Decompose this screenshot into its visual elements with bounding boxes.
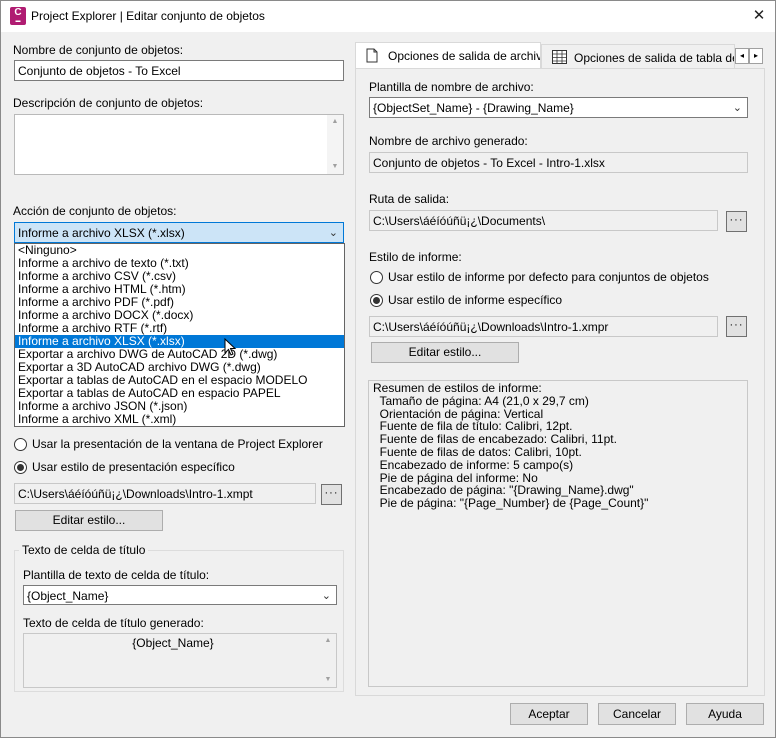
scroll-down-icon: ▼ (324, 676, 332, 683)
specific-layout-radio[interactable] (14, 461, 27, 474)
tab-file-output[interactable]: Opciones de salida de archivo (355, 42, 541, 70)
object-set-name-input[interactable]: Conjunto de objetos - To Excel (14, 60, 344, 81)
summary-line: Fuente de filas de datos: Calibri, 10pt. (373, 444, 582, 459)
title-template-value: {Object_Name} (27, 589, 109, 603)
tab-scroll-right-icon[interactable]: ▸ (749, 48, 763, 64)
tab-table-output-label: Opciones de salida de tabla de A (574, 51, 735, 65)
report-style-summary: Resumen de estilos de informe: Tamaño de… (368, 380, 748, 687)
window-layout-radio[interactable] (14, 438, 27, 451)
file-template-label: Plantilla de nombre de archivo: (369, 80, 534, 94)
title-generated-field: {Object_Name} ▲ ▼ (23, 633, 337, 688)
browse-style-button[interactable]: ··· (726, 316, 747, 337)
generated-filename-field: Conjunto de objetos - To Excel - Intro-1… (369, 152, 748, 173)
title-generated-label: Texto de celda de título generado: (23, 616, 204, 630)
document-icon (366, 48, 378, 63)
title-cell-group-label: Texto de celda de título (19, 543, 149, 557)
style-path-field: C:\Users\áéíóúñü¡¿\Downloads\Intro-1.xmp… (369, 316, 718, 337)
title-template-label: Plantilla de texto de celda de título: (23, 568, 210, 582)
help-button[interactable]: Ayuda (686, 703, 764, 725)
output-path-label: Ruta de salida: (369, 192, 450, 206)
accept-button[interactable]: Aceptar (510, 703, 588, 725)
tab-file-output-label: Opciones de salida de archivo (388, 49, 541, 63)
object-set-action-value: Informe a archivo XLSX (*.xlsx) (18, 226, 185, 240)
table-icon (552, 50, 567, 64)
specific-style-radio[interactable] (370, 294, 383, 307)
file-template-value: {ObjectSet_Name} - {Drawing_Name} (373, 101, 574, 115)
default-style-radio[interactable] (370, 271, 383, 284)
summary-line: Tamaño de página: A4 (21,0 x 29,7 cm) (373, 393, 589, 408)
mouse-cursor-icon (224, 338, 237, 356)
browse-output-button[interactable]: ··· (726, 211, 747, 232)
chevron-down-icon[interactable]: ⌄ (733, 101, 742, 114)
title-generated-scrollbar: ▲ ▼ (320, 634, 336, 687)
tab-table-output[interactable]: Opciones de salida de tabla de A (541, 44, 735, 69)
dialog-window: C ▬ Project Explorer | Editar conjunto de… (0, 0, 776, 738)
scroll-up-icon: ▲ (324, 637, 332, 644)
close-icon[interactable]: ✕ (745, 5, 773, 27)
tab-scroll-left-icon[interactable]: ◂ (735, 48, 749, 64)
description-scrollbar[interactable]: ▲ ▼ (327, 115, 343, 174)
edit-layout-style-button[interactable]: Editar estilo... (15, 510, 163, 531)
window-title: Project Explorer | Editar conjunto de ob… (31, 9, 265, 23)
chevron-down-icon[interactable]: ⌄ (329, 226, 338, 239)
cancel-button[interactable]: Cancelar (598, 703, 676, 725)
object-set-action-label: Acción de conjunto de objetos: (13, 204, 177, 218)
object-set-action-select[interactable]: Informe a archivo XLSX (*.xlsx) ⌄ (14, 222, 344, 243)
default-style-radio-label: Usar estilo de informe por defecto para … (388, 270, 709, 284)
title-generated-value: {Object_Name} (132, 636, 214, 650)
action-option[interactable]: Informe a archivo XML (*.xml) (15, 413, 344, 426)
title-template-select[interactable]: {Object_Name} ⌄ (23, 585, 337, 605)
report-style-label: Estilo de informe: (369, 250, 462, 264)
object-set-name-label: Nombre de conjunto de objetos: (13, 43, 184, 57)
tab-bar: Opciones de salida de archivo Opciones d… (355, 42, 765, 70)
scroll-down-icon[interactable]: ▼ (327, 160, 343, 174)
summary-line: Encabezado de informe: 5 campo(s) (373, 457, 574, 472)
chevron-down-icon[interactable]: ⌄ (322, 589, 331, 602)
file-template-select[interactable]: {ObjectSet_Name} - {Drawing_Name} ⌄ (369, 97, 748, 118)
browse-layout-button[interactable]: ··· (321, 484, 342, 505)
object-set-description-input[interactable]: ▲ ▼ (14, 114, 344, 175)
output-path-field: C:\Users\áéíóúñü¡¿\Documents\ (369, 210, 718, 231)
summary-line: Resumen de estilos de informe: (373, 381, 542, 395)
summary-line: Pie de página: "{Page_Number} de {Page_C… (373, 496, 649, 511)
specific-style-radio-label: Usar estilo de informe específico (388, 293, 563, 307)
specific-layout-radio-label: Usar estilo de presentación específico (32, 460, 235, 474)
layout-path-field: C:\Users\áéíóúñü¡¿\Downloads\Intro-1.xmp… (14, 483, 316, 504)
object-set-description-label: Descripción de conjunto de objetos: (13, 96, 204, 110)
title-bar: C ▬ Project Explorer | Editar conjunto de… (1, 1, 775, 32)
scroll-up-icon[interactable]: ▲ (327, 115, 343, 129)
window-layout-radio-label: Usar la presentación de la ventana de Pr… (32, 437, 323, 451)
app-logo-icon: C ▬ (10, 7, 26, 25)
generated-filename-label: Nombre de archivo generado: (369, 134, 528, 148)
edit-report-style-button[interactable]: Editar estilo... (371, 342, 519, 363)
object-set-action-dropdown-list[interactable]: <Ninguno> Informe a archivo de texto (*.t… (14, 243, 345, 427)
